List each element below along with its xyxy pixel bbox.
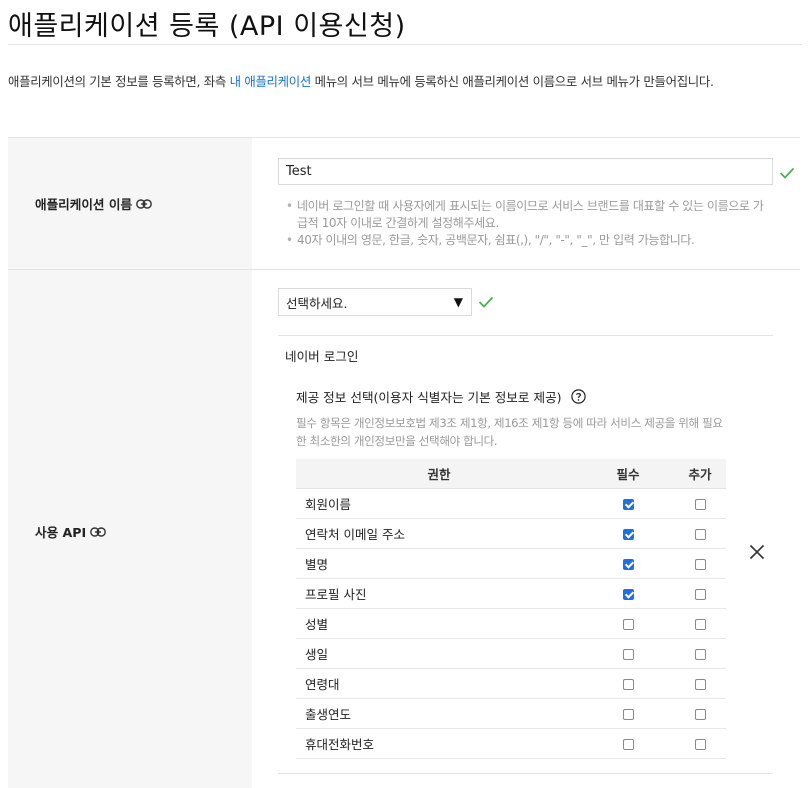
table-row: 휴대전화번호 xyxy=(296,728,726,759)
additional-checkbox[interactable] xyxy=(694,558,706,570)
table-row: 성별 xyxy=(296,608,726,639)
additional-checkbox[interactable] xyxy=(694,738,706,750)
permission-rows: 회원이름 연락처 이메일 주소 별명 프로필 사진 성별 생일 연령대 출생연도 휴대전화번호 xyxy=(296,488,726,759)
app-name-hints: 네이버 로그인할 때 사용자에게 표시되는 이름이므로 서비스 브랜드를 대표할… xyxy=(286,198,772,249)
provide-info-note: 필수 항목은 개인정보보호법 제3조 제1항, 제16조 제1항 등에 따라 서… xyxy=(296,416,723,448)
required-checkbox-cell xyxy=(582,698,674,729)
additional-checkbox-cell xyxy=(674,698,726,729)
permission-name: 휴대전화번호 xyxy=(296,728,582,759)
required-checkbox[interactable] xyxy=(622,618,634,630)
required-checkbox-cell xyxy=(582,608,674,639)
table-row: 생일 xyxy=(296,638,726,669)
additional-checkbox-cell xyxy=(674,638,726,669)
additional-checkbox[interactable] xyxy=(694,618,706,630)
additional-checkbox[interactable] xyxy=(694,648,706,660)
api-section-divider xyxy=(278,773,773,774)
required-checkbox-cell xyxy=(582,668,674,699)
my-applications-link[interactable]: 내 애플리케이션 xyxy=(230,74,312,89)
permission-name: 연령대 xyxy=(296,668,582,699)
required-checkbox[interactable] xyxy=(622,498,634,510)
header-required: 필수 xyxy=(582,459,674,489)
link-icon[interactable] xyxy=(136,198,152,209)
required-checkbox[interactable] xyxy=(622,588,634,600)
table-row: 프로필 사진 xyxy=(296,578,726,609)
required-checkbox[interactable] xyxy=(622,528,634,540)
question-circle-icon[interactable] xyxy=(570,389,586,404)
table-row: 출생연도 xyxy=(296,698,726,729)
permission-name: 회원이름 xyxy=(296,488,582,519)
permission-name: 연락처 이메일 주소 xyxy=(296,518,582,549)
link-icon[interactable] xyxy=(90,526,107,537)
title-divider xyxy=(8,44,802,45)
additional-checkbox-cell xyxy=(674,578,726,609)
permission-name: 별명 xyxy=(296,548,582,579)
additional-checkbox-cell xyxy=(674,518,726,549)
required-checkbox[interactable] xyxy=(622,678,634,690)
registration-form: 애플리케이션 이름 네이버 로그인할 때 사용자에게 표시되는 이름이므로 서비… xyxy=(8,137,800,788)
api-select[interactable]: 선택하세요. ▼ xyxy=(278,288,472,316)
check-icon xyxy=(779,167,795,179)
app-name-input[interactable] xyxy=(278,158,773,185)
table-header-row: 권한 필수 추가 xyxy=(296,459,726,489)
additional-checkbox-cell xyxy=(674,608,726,639)
required-checkbox-cell xyxy=(582,728,674,759)
table-row: 연령대 xyxy=(296,668,726,699)
additional-checkbox[interactable] xyxy=(694,528,706,540)
header-permission: 권한 xyxy=(296,459,582,489)
table-row: 연락처 이메일 주소 xyxy=(296,518,726,549)
table-row: 회원이름 xyxy=(296,488,726,519)
api-label-text: 사용 API xyxy=(35,525,87,540)
intro-text-before: 애플리케이션의 기본 정보를 등록하면, 좌측 xyxy=(8,74,230,89)
header-additional: 추가 xyxy=(674,459,726,489)
permission-table: 권한 필수 추가 회원이름 연락처 이메일 주소 별명 프로필 사진 성별 생일 연령대 출생… xyxy=(296,459,726,759)
api-name: 네이버 로그인 xyxy=(285,349,359,364)
page-title: 애플리케이션 등록 (API 이용신청) xyxy=(8,11,406,42)
additional-checkbox-cell xyxy=(674,728,726,759)
app-name-label-text: 애플리케이션 이름 xyxy=(35,197,133,212)
check-icon xyxy=(478,296,494,308)
required-checkbox-cell xyxy=(582,578,674,609)
api-select-value: 선택하세요. xyxy=(286,295,348,311)
intro-text-after: 메뉴의 서브 메뉴에 등록하신 애플리케이션 이름으로 서브 메뉴가 만들어집니… xyxy=(310,74,714,89)
permission-name: 생일 xyxy=(296,638,582,669)
required-checkbox-cell xyxy=(582,638,674,669)
additional-checkbox-cell xyxy=(674,488,726,519)
required-checkbox[interactable] xyxy=(622,708,634,720)
close-icon[interactable] xyxy=(748,543,766,561)
app-name-label: 애플리케이션 이름 xyxy=(35,194,152,213)
additional-checkbox-cell xyxy=(674,548,726,579)
provide-info-title: 제공 정보 선택(이용자 식별자는 기본 정보로 제공) xyxy=(296,387,586,406)
permission-name: 프로필 사진 xyxy=(296,578,582,609)
required-checkbox-cell xyxy=(582,488,674,519)
additional-checkbox[interactable] xyxy=(694,498,706,510)
caret-down-icon: ▼ xyxy=(453,295,463,309)
api-section-divider xyxy=(278,335,773,336)
hint-item: 네이버 로그인할 때 사용자에게 표시되는 이름이므로 서비스 브랜드를 대표할… xyxy=(286,198,772,232)
required-checkbox-cell xyxy=(582,548,674,579)
additional-checkbox[interactable] xyxy=(694,678,706,690)
permission-name: 성별 xyxy=(296,608,582,639)
required-checkbox-cell xyxy=(582,518,674,549)
required-checkbox[interactable] xyxy=(622,738,634,750)
additional-checkbox[interactable] xyxy=(694,708,706,720)
additional-checkbox[interactable] xyxy=(694,588,706,600)
permission-name: 출생연도 xyxy=(296,698,582,729)
additional-checkbox-cell xyxy=(674,668,726,699)
intro-text: 애플리케이션의 기본 정보를 등록하면, 좌측 내 애플리케이션 메뉴의 서브 … xyxy=(8,70,798,94)
required-checkbox[interactable] xyxy=(622,648,634,660)
api-label: 사용 API xyxy=(35,522,107,541)
table-row: 별명 xyxy=(296,548,726,579)
provide-info-title-text: 제공 정보 선택(이용자 식별자는 기본 정보로 제공) xyxy=(296,390,562,405)
hint-item: 40자 이내의 영문, 한글, 숫자, 공백문자, 쉼표(,), "/", "-… xyxy=(286,232,772,249)
required-checkbox[interactable] xyxy=(622,558,634,570)
